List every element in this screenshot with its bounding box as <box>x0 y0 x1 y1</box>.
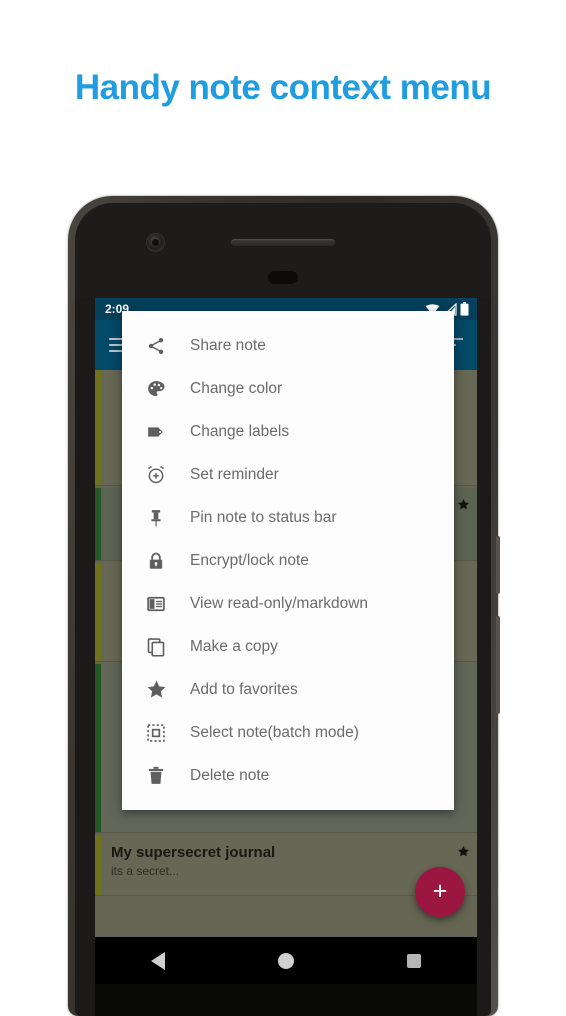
phone-top-bezel <box>75 203 491 298</box>
menu-item-select-note-batch-mode[interactable]: Select note(batch mode) <box>122 711 454 754</box>
menu-item-label: View read-only/markdown <box>190 594 369 612</box>
volume-button[interactable] <box>496 616 500 714</box>
menu-item-view-readonly-markdown[interactable]: View read-only/markdown <box>122 582 454 625</box>
back-icon[interactable] <box>151 951 166 970</box>
menu-item-label: Change labels <box>190 422 290 440</box>
readonly-icon <box>144 592 168 616</box>
trash-icon <box>144 764 168 788</box>
menu-item-change-color[interactable]: Change color <box>122 367 454 410</box>
menu-item-label: Share note <box>190 336 266 354</box>
menu-item-pin-note[interactable]: Pin note to status bar <box>122 496 454 539</box>
menu-item-label: Encrypt/lock note <box>190 551 309 569</box>
menu-item-label: Delete note <box>190 766 270 784</box>
page-title: Handy note context menu <box>74 68 492 107</box>
recents-icon[interactable] <box>406 953 421 968</box>
lock-icon <box>144 549 168 573</box>
copy-icon <box>144 635 168 659</box>
phone-screen: 2:09 My supersecret journal its a secret… <box>95 298 477 937</box>
menu-item-set-reminder[interactable]: Set reminder <box>122 453 454 496</box>
menu-item-change-labels[interactable]: Change labels <box>122 410 454 453</box>
menu-item-label: Make a copy <box>190 637 278 655</box>
earpiece-speaker <box>231 239 335 246</box>
sensor-pill <box>268 271 298 284</box>
star-icon <box>144 678 168 702</box>
menu-item-label: Pin note to status bar <box>190 508 337 526</box>
label-icon <box>144 420 168 444</box>
menu-item-share-note[interactable]: Share note <box>122 324 454 367</box>
front-camera-icon <box>147 234 164 251</box>
palette-icon <box>144 377 168 401</box>
android-nav-bar <box>95 937 477 984</box>
pin-icon <box>144 506 168 530</box>
menu-item-encrypt-lock-note[interactable]: Encrypt/lock note <box>122 539 454 582</box>
select-icon <box>144 721 168 745</box>
menu-item-make-a-copy[interactable]: Make a copy <box>122 625 454 668</box>
plus-icon: + <box>432 876 448 905</box>
add-note-fab[interactable]: + <box>415 867 465 917</box>
menu-item-label: Change color <box>190 379 283 397</box>
phone-body: 2:09 My supersecret journal its a secret… <box>75 203 491 1016</box>
note-context-menu: Share note Change color Change labels Se… <box>122 311 454 810</box>
share-icon <box>144 334 168 358</box>
menu-item-add-to-favorites[interactable]: Add to favorites <box>122 668 454 711</box>
menu-item-label: Add to favorites <box>190 680 298 698</box>
menu-item-label: Set reminder <box>190 465 279 483</box>
power-button[interactable] <box>496 536 500 594</box>
menu-item-label: Select note(batch mode) <box>190 723 359 741</box>
home-icon[interactable] <box>277 952 294 969</box>
battery-icon <box>460 302 469 316</box>
alarm-add-icon <box>144 463 168 487</box>
phone-frame: 2:09 My supersecret journal its a secret… <box>68 196 500 1016</box>
menu-item-delete-note[interactable]: Delete note <box>122 754 454 797</box>
phone-bottom-bezel <box>95 984 477 1016</box>
